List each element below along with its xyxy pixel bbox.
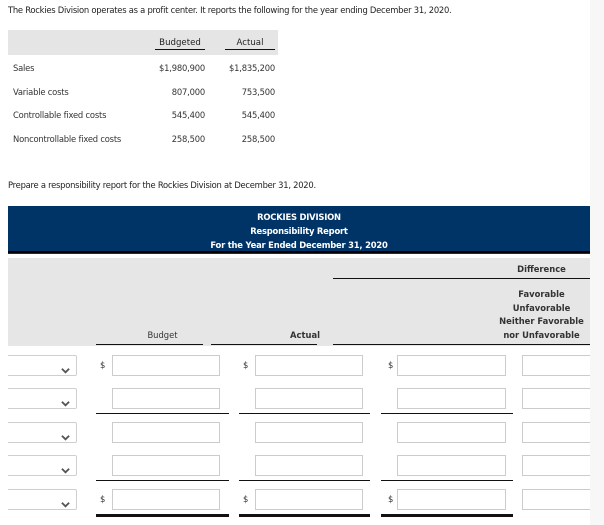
dollar-sign: $ [100,494,106,504]
budget-input[interactable] [112,355,220,376]
sales-actual: $1,835,200 [229,63,275,73]
chevron-down-icon [61,393,70,407]
account-select[interactable] [8,455,77,476]
subtotal-underline [96,480,229,481]
total-double-underline [239,514,370,517]
option-favorable: Favorable [518,289,565,299]
difference-input[interactable] [397,455,506,476]
account-select[interactable] [8,422,77,443]
subtotal-underline [239,413,370,414]
report-title: Responsibility Report [250,226,348,236]
difference-input[interactable] [397,489,506,510]
column-budget: Budget [147,330,178,340]
report-column-header: Budget Actual Difference Favorable Unfav… [8,258,590,346]
subtotal-underline [381,480,513,481]
actual-input[interactable] [255,455,363,476]
row-label-controllable-fixed: Controllable fixed costs [13,110,107,120]
controllable-fixed-budgeted: 545,400 [171,110,205,120]
status-select[interactable] [522,388,592,409]
given-table-header: Budgeted Actual [8,30,278,55]
row-label-noncontrollable-fixed: Noncontrollable fixed costs [13,134,122,144]
noncontrollable-fixed-actual: 258,500 [241,134,275,144]
actual-input[interactable] [255,388,363,409]
budget-input[interactable] [112,422,220,443]
chevron-down-icon [61,360,70,374]
budget-input[interactable] [112,489,220,510]
variable-costs-actual: 753,500 [241,87,275,97]
difference-underline [333,278,590,279]
scrollbar[interactable] [590,0,604,525]
status-select[interactable] [522,455,592,476]
subtotal-underline [381,413,513,414]
budget-header-underline [96,344,203,345]
noncontrollable-fixed-budgeted: 258,500 [171,134,205,144]
chevron-down-icon [61,427,70,441]
dollar-sign: $ [100,360,106,370]
sales-budgeted: $1,980,900 [159,63,205,73]
actual-input[interactable] [255,422,363,443]
header-actual: Actual [225,38,275,50]
intro-text: The Rockies Division operates as a profi… [8,5,452,15]
dollar-sign: $ [388,360,394,370]
report-banner: ROCKIES DIVISION Responsibility Report F… [8,206,590,254]
actual-header-underline [211,344,317,345]
prompt-text: Prepare a responsibility report for the … [8,180,316,190]
controllable-fixed-actual: 545,400 [241,110,275,120]
account-select[interactable] [8,388,77,409]
difference-header-underline [333,344,590,345]
dollar-sign: $ [243,494,249,504]
chevron-down-icon [61,460,70,474]
option-neither-favorable: Neither Favorable [499,316,584,326]
difference-input[interactable] [397,422,506,443]
status-select[interactable] [522,422,592,443]
total-double-underline [96,514,229,517]
option-unfavorable: Unfavorable [512,303,571,313]
column-difference: Difference [517,264,566,274]
dollar-sign: $ [243,360,249,370]
total-double-underline [381,514,513,517]
actual-input[interactable] [255,355,363,376]
actual-input[interactable] [255,489,363,510]
budget-input[interactable] [112,388,220,409]
banner-divider [8,251,590,253]
header-budgeted: Budgeted [155,38,205,50]
report-period: For the Year Ended December 31, 2020 [210,240,388,250]
status-select[interactable] [522,355,592,376]
row-label-sales: Sales [13,63,35,73]
column-actual: Actual [290,330,320,340]
difference-input[interactable] [397,388,506,409]
difference-input[interactable] [397,355,506,376]
status-select[interactable] [522,489,592,510]
chevron-down-icon [61,494,70,508]
account-select[interactable] [8,355,77,376]
subtotal-underline [96,413,229,414]
dollar-sign: $ [388,494,394,504]
option-nor-unfavorable: nor Unfavorable [503,330,580,340]
account-select[interactable] [8,489,77,510]
row-label-variable-costs: Variable costs [13,87,69,97]
report-company: ROCKIES DIVISION [257,212,341,222]
budget-input[interactable] [112,455,220,476]
variable-costs-budgeted: 807,000 [171,87,205,97]
subtotal-underline [239,480,370,481]
